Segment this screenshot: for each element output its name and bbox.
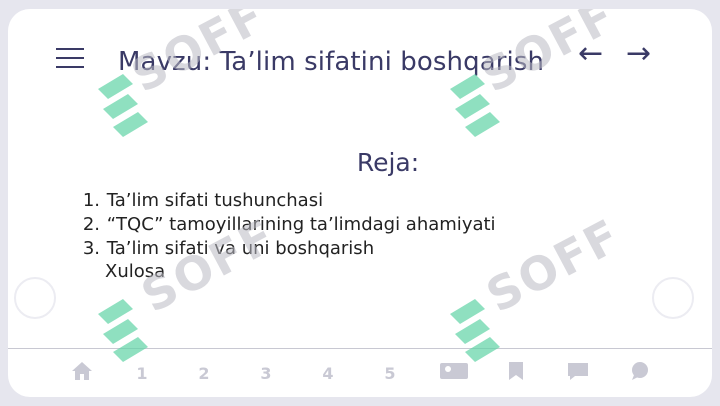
comment-icon[interactable] — [622, 361, 658, 387]
plan-list: 1. Ta’lim sifati tushunchasi 2. “TQC” ta… — [74, 189, 496, 261]
home-icon[interactable] — [64, 361, 100, 387]
plan-item: 1. Ta’lim sifati tushunchasi — [82, 190, 324, 211]
page-3-button[interactable]: 3 — [248, 361, 284, 387]
chat-icon[interactable] — [560, 361, 596, 387]
page-5-button[interactable]: 5 — [372, 361, 408, 387]
slide-card: Mavzu: Ta’lim sifatini boshqarish ← → Re… — [8, 9, 712, 397]
plan-item: 3. Ta’lim sifati va uni boshqarish — [82, 238, 375, 259]
plan-heading: Reja: — [356, 148, 420, 177]
bottom-navigation-bar: 1 2 3 4 5 — [8, 351, 712, 397]
right-circle-decoration — [652, 277, 694, 319]
plan-item: 2. “TQC” tamoyillarining ta’limdagi aham… — [82, 214, 496, 235]
divider — [8, 348, 712, 349]
page-1-button[interactable]: 1 — [124, 361, 160, 387]
hamburger-menu-icon[interactable] — [56, 46, 86, 70]
left-circle-decoration — [14, 277, 56, 319]
arrow-right-icon[interactable]: → — [626, 39, 651, 69]
gallery-icon[interactable] — [436, 361, 472, 387]
bookmark-icon[interactable] — [498, 361, 534, 387]
page-2-button[interactable]: 2 — [186, 361, 222, 387]
watermark-text: SOFF — [477, 208, 630, 323]
page-4-button[interactable]: 4 — [310, 361, 346, 387]
